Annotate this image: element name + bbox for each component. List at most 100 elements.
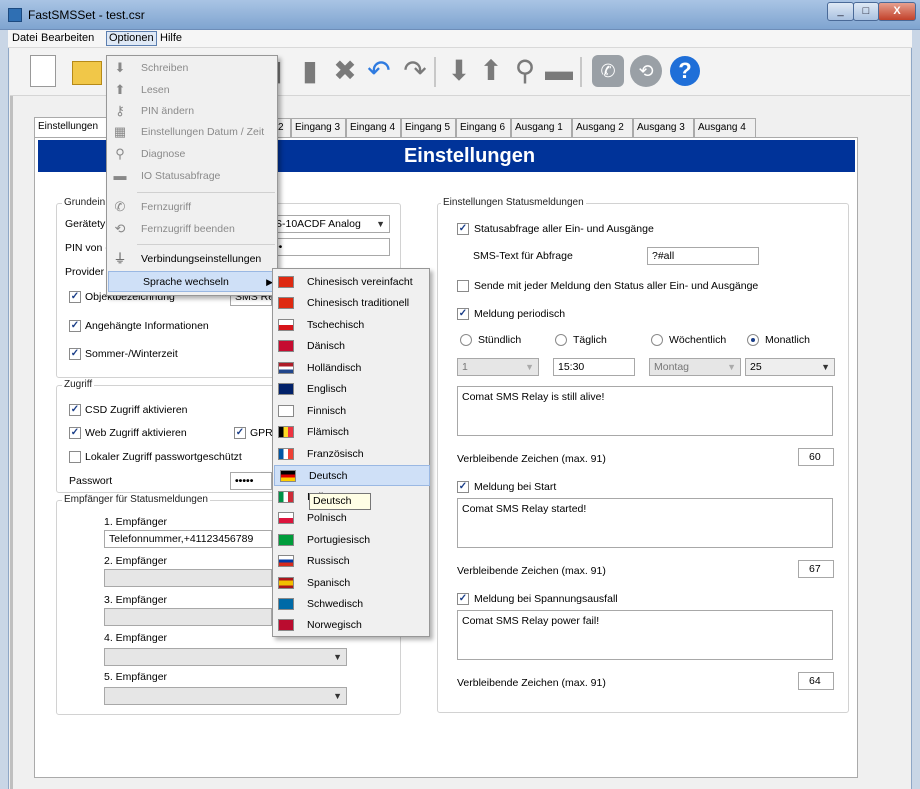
web-checkbox[interactable] [69, 427, 81, 439]
lokal-checkbox[interactable] [69, 451, 81, 463]
lang-englisch[interactable]: Englisch [273, 379, 429, 400]
menu-item-fernzugriff-beenden[interactable]: ⟲ Fernzugriff beenden [107, 219, 277, 240]
lang-flaemisch[interactable]: Flämisch [273, 422, 429, 443]
start-checkbox[interactable] [457, 481, 469, 493]
disconnect-icon[interactable]: ⟲ [630, 55, 662, 87]
lang-schwedisch[interactable]: Schwedisch [273, 594, 429, 615]
empfaenger-3-select[interactable] [104, 608, 272, 626]
smstext-field[interactable]: ?#all [647, 247, 759, 265]
calendar-icon: ▦ [113, 124, 127, 139]
delete-icon[interactable]: ✖ [328, 54, 362, 88]
lang-spanisch[interactable]: Spanisch [273, 573, 429, 594]
menu-item-schreiben[interactable]: ⬇ Schreiben [107, 58, 277, 79]
geraetetyp-label: Gerätety [65, 218, 106, 230]
hour-select[interactable]: 1 ▼ [457, 358, 539, 376]
new-file-icon[interactable] [30, 55, 56, 87]
lang-portugiesisch[interactable]: Portugiesisch [273, 530, 429, 551]
optionen-menu: ⬇ Schreiben ⬆ Lesen ⚷ PIN ändern ▦ Einstellu… [106, 55, 278, 296]
objekt-checkbox[interactable] [69, 291, 81, 303]
search-icon[interactable]: ⚲ [508, 54, 542, 88]
remaining-label-2: Verbleibende Zeichen (max. 91) [457, 565, 606, 577]
empf-title: Empfänger für Statusmeldungen [62, 494, 210, 505]
tab-einstellungen[interactable]: Einstellungen [34, 117, 107, 137]
phone-icon[interactable]: ✆ [592, 55, 624, 87]
maximize-button[interactable]: □ [853, 2, 879, 21]
power-checkbox[interactable] [457, 593, 469, 605]
lang-norwegisch[interactable]: Norwegisch [273, 615, 429, 636]
menu-item-io-statusabfrage[interactable]: ▬ IO Statusabfrage [107, 166, 277, 187]
empfaenger-2-select[interactable] [104, 569, 272, 587]
menu-item-pin-aendern[interactable]: ⚷ PIN ändern [107, 101, 277, 122]
empfaenger-5-select[interactable]: ▼ [104, 687, 347, 705]
statusabfrage-checkbox[interactable] [457, 223, 469, 235]
paste-icon[interactable]: ▮ [293, 54, 327, 88]
menu-item-sprache-wechseln[interactable]: Sprache wechseln ▶ [108, 271, 278, 292]
empfaenger-5-label: 5. Empfänger [104, 671, 168, 683]
radio-taeglich[interactable] [555, 334, 567, 346]
menu-item-fernzugriff[interactable]: ✆ Fernzugriff [107, 197, 277, 218]
empfaenger-1-select[interactable]: Telefonnummer,+41123456789 [104, 530, 272, 548]
help-icon[interactable]: ? [670, 56, 700, 86]
download-icon[interactable]: ⬇ [442, 54, 476, 88]
time-field[interactable]: 15:30 [553, 358, 635, 376]
date-select[interactable]: 25 ▼ [745, 358, 835, 376]
radio-stuendlich[interactable] [460, 334, 472, 346]
menu-bearbeiten[interactable]: Bearbeiten [39, 32, 96, 44]
lang-russisch[interactable]: Russisch [273, 551, 429, 572]
radio-monatlich[interactable] [747, 334, 759, 346]
lang-chinesisch-traditionell[interactable]: Chinesisch traditionell [273, 293, 429, 314]
radio-woechentlich[interactable] [651, 334, 663, 346]
day-select[interactable]: Montag ▼ [649, 358, 741, 376]
pin-field[interactable]: •• [270, 238, 390, 256]
empfaenger-4-select[interactable]: ▼ [104, 648, 347, 666]
tab-eingang-4[interactable]: Eingang 4 [346, 118, 401, 137]
lang-hollaendisch[interactable]: Holländisch [273, 358, 429, 379]
io-status-icon[interactable]: ▬ [542, 54, 576, 88]
power-message-textarea[interactable]: Comat SMS Relay power fail! [457, 610, 833, 660]
lang-deutsch[interactable]: Deutsch [274, 465, 430, 486]
upload-icon[interactable]: ⬆ [474, 54, 508, 88]
geraetetyp-select[interactable]: S-10ACDF Analog ▼ [270, 215, 390, 233]
tab-ausgang-4[interactable]: Ausgang 4 [694, 118, 756, 137]
zugriff-title: Zugriff [62, 379, 95, 390]
lang-chinesisch-vereinfacht[interactable]: Chinesisch vereinfacht [273, 272, 429, 293]
tab-ausgang-3[interactable]: Ausgang 3 [633, 118, 694, 137]
window-title: FastSMSSet - test.csr [28, 8, 145, 22]
flag-netherlands-icon [278, 362, 294, 374]
lang-tschechisch[interactable]: Tschechisch [273, 315, 429, 336]
periodisch-checkbox[interactable] [457, 308, 469, 320]
periodic-message-textarea[interactable]: Comat SMS Relay is still alive! [457, 386, 833, 436]
lang-finnisch[interactable]: Finnisch [273, 401, 429, 422]
key-icon: ⚷ [115, 103, 125, 118]
menu-datei[interactable]: Datei [10, 32, 40, 44]
menu-item-verbindungseinstellungen[interactable]: ⏚ Verbindungseinstellungen [107, 249, 277, 270]
tab-ausgang-2[interactable]: Ausgang 2 [572, 118, 633, 137]
lang-daenisch[interactable]: Dänisch [273, 336, 429, 357]
menu-item-diagnose[interactable]: ⚲ Diagnose [107, 144, 277, 165]
menu-item-lesen[interactable]: ⬆ Lesen [107, 80, 277, 101]
sende-label: Sende mit jeder Meldung den Status aller… [474, 280, 759, 292]
gprs-checkbox[interactable] [234, 427, 246, 439]
menu-hilfe[interactable]: Hilfe [158, 32, 184, 44]
minimize-button[interactable]: _ [827, 2, 854, 21]
csd-checkbox[interactable] [69, 404, 81, 416]
menu-optionen[interactable]: Optionen [106, 31, 157, 46]
undo-icon[interactable]: ↶ [362, 54, 396, 88]
sommer-checkbox[interactable] [69, 348, 81, 360]
start-message-textarea[interactable]: Comat SMS Relay started! [457, 498, 833, 548]
tab-eingang-6[interactable]: Eingang 6 [456, 118, 511, 137]
lang-polnisch[interactable]: Polnisch [273, 508, 429, 529]
passwort-field[interactable]: ••••• [230, 472, 272, 490]
redo-icon[interactable]: ↷ [398, 54, 432, 88]
close-button[interactable]: X [878, 2, 916, 21]
flag-norway-icon [278, 619, 294, 631]
lang-franzoesisch[interactable]: Französisch [273, 444, 429, 465]
remaining-count-2: 67 [798, 560, 834, 578]
tab-ausgang-1[interactable]: Ausgang 1 [511, 118, 572, 137]
tab-eingang-5[interactable]: Eingang 5 [401, 118, 456, 137]
tab-eingang-3[interactable]: Eingang 3 [291, 118, 346, 137]
sende-checkbox[interactable] [457, 280, 469, 292]
open-folder-icon[interactable] [72, 61, 102, 85]
menu-item-datum-zeit[interactable]: ▦ Einstellungen Datum / Zeit [107, 122, 277, 143]
angehaengt-checkbox[interactable] [69, 320, 81, 332]
